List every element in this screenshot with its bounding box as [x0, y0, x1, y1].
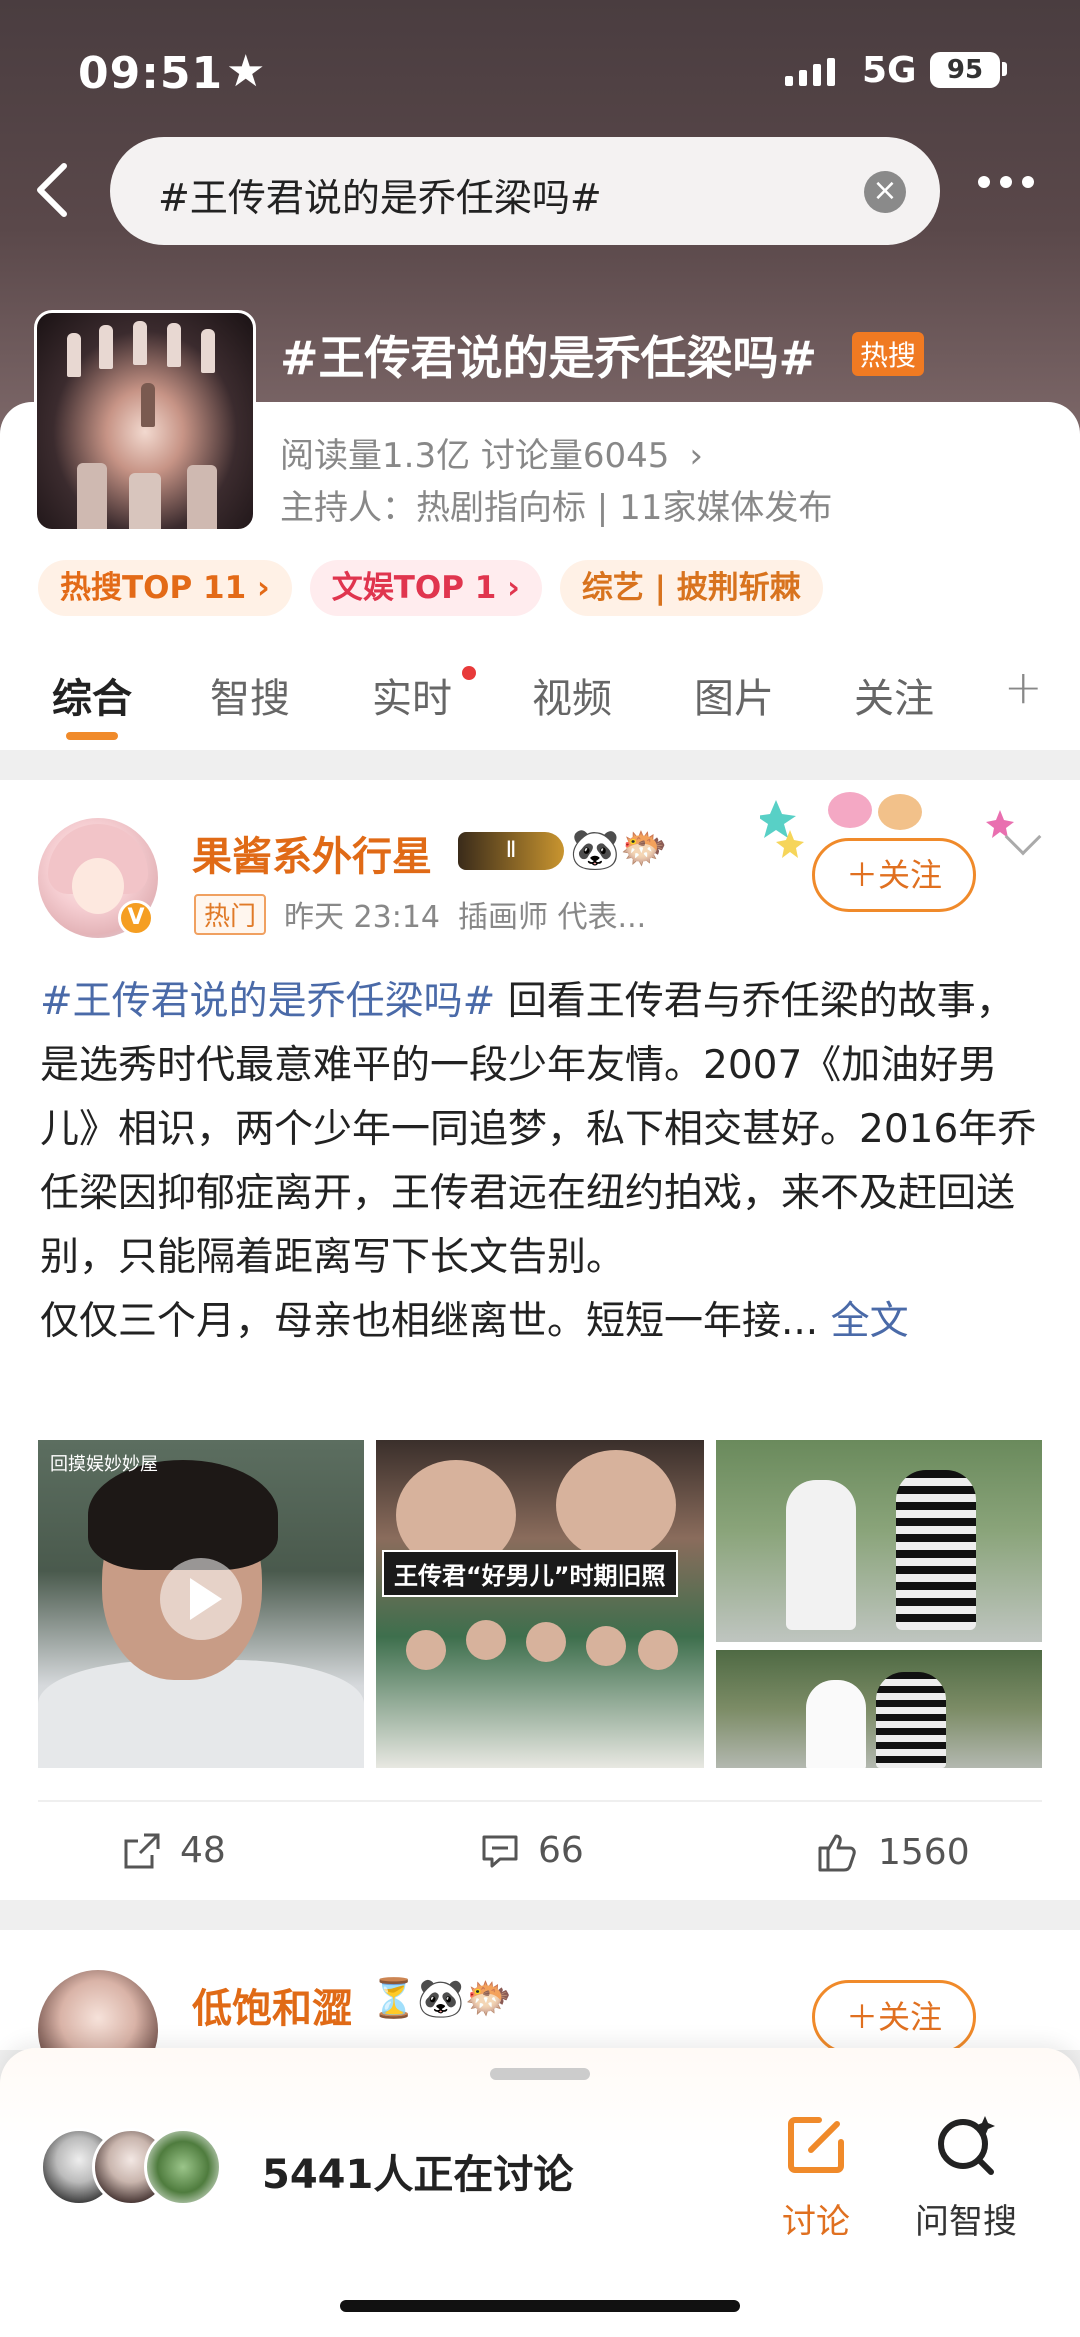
post-body: 回看王传君与乔任梁的故事，是选秀时代最意难平的一段少年友情。2007《加油好男儿…: [40, 979, 1037, 1280]
ask-ai-label: 问智搜: [915, 2202, 1017, 2242]
discussion-bar: 5441人正在讨论 讨论 问智搜: [0, 2048, 1080, 2337]
ai-search-icon: [938, 2116, 995, 2175]
follow-button[interactable]: ＋关注: [812, 1980, 976, 2054]
discussion-count: 5441人正在讨论: [262, 2152, 574, 2198]
post-hashtag[interactable]: #王传君说的是乔任梁吗#: [40, 979, 495, 1024]
divider: [0, 750, 1080, 780]
post-text: #王传君说的是乔任梁吗# 回看王传君与乔任梁的故事，是选秀时代最意难平的一段少年…: [40, 970, 1050, 1354]
post-image-4[interactable]: [716, 1650, 1042, 1768]
thumbs-up-icon: [818, 1834, 856, 1872]
post-meta: 热门 昨天 23:14 插画师 代表...: [194, 892, 646, 936]
clear-icon[interactable]: ×: [864, 171, 906, 213]
topic-title: #王传君说的是乔任梁吗#: [280, 331, 818, 385]
home-indicator[interactable]: [340, 2300, 740, 2312]
status-time: 09:51: [78, 48, 224, 99]
topic-host: 主持人：热剧指向标 | 11家媒体发布: [280, 488, 833, 528]
search-bar[interactable]: #王传君说的是乔任梁吗# ×: [110, 137, 940, 245]
follow-button[interactable]: ＋关注: [812, 838, 976, 912]
watermark: 回摸娱妙妙屋: [50, 1454, 158, 1475]
comment-count: 66: [538, 1830, 584, 1871]
badge-icons: ⏳🐼🐡: [370, 1976, 512, 2020]
post-desc: 插画师 代表...: [458, 900, 647, 935]
post-username[interactable]: 果酱系外行星: [192, 824, 432, 882]
like-count: 1560: [878, 1831, 970, 1873]
signal-icon: [785, 58, 835, 86]
notification-dot: [462, 666, 476, 680]
post-card[interactable]: V 果酱系外行星 Ⅱ 🐼 🐡 热门 昨天 23:14 插画师 代表... ＋关注…: [0, 780, 1080, 1900]
tab-smart-search[interactable]: 智搜: [210, 666, 290, 724]
panda-icon: 🐼: [570, 827, 620, 873]
tab-bar: 综合 智搜 实时 视频 图片 关注 +: [0, 660, 1080, 750]
post-image-2[interactable]: 王传君“好男儿”时期旧照: [376, 1440, 704, 1768]
sheet-handle[interactable]: [490, 2068, 590, 2080]
search-input[interactable]: #王传君说的是乔任梁吗#: [158, 167, 602, 222]
chip-ent-rank[interactable]: 文娱TOP 1 ›: [309, 560, 542, 616]
ask-ai-button[interactable]: 问智搜: [896, 2110, 1036, 2243]
discuss-label: 讨论: [782, 2202, 850, 2242]
verified-icon: V: [118, 900, 154, 936]
back-arrow-icon[interactable]: [28, 160, 78, 220]
share-icon: [124, 1833, 160, 1868]
tab-following[interactable]: 关注: [854, 666, 934, 724]
topic-thumbnail[interactable]: [34, 310, 256, 532]
battery-icon: 95: [930, 52, 1000, 88]
comment-icon: [482, 1835, 518, 1867]
share-button[interactable]: 48: [122, 1830, 226, 1871]
discuss-button[interactable]: 讨论: [746, 2110, 886, 2243]
tab-realtime[interactable]: 实时: [372, 666, 452, 724]
chip-variety[interactable]: 综艺 | 披荆斩棘: [559, 560, 823, 616]
like-button[interactable]: 1560: [816, 1830, 970, 1874]
image-caption: 王传君“好男儿”时期旧照: [382, 1550, 678, 1597]
hot-post-badge: 热门: [194, 893, 267, 935]
chip-hot-rank[interactable]: 热搜TOP 11 ›: [38, 560, 292, 616]
member-level-badge[interactable]: Ⅱ: [458, 832, 564, 870]
tab-indicator: [66, 732, 118, 740]
edit-icon: [788, 2117, 844, 2173]
post-username[interactable]: 低饱和澀: [192, 1976, 352, 2034]
network-type: 5G: [862, 50, 917, 91]
post-video-thumbnail[interactable]: 回摸娱妙妙屋: [38, 1440, 364, 1768]
post-images: 回摸娱妙妙屋 王传君“好男儿”时期旧照: [38, 1440, 1042, 1768]
tab-video[interactable]: 视频: [532, 666, 612, 724]
share-count: 48: [180, 1830, 226, 1871]
post-time: 昨天 23:14: [284, 900, 441, 935]
full-text-link[interactable]: 全文: [831, 1299, 909, 1344]
add-tab-icon[interactable]: +: [1004, 660, 1043, 714]
star-icon: ★: [226, 46, 266, 97]
chevron-right-icon: ›: [689, 436, 704, 476]
post-actions: 48 66 1560: [0, 1830, 1080, 1900]
pufferfish-icon: 🐡: [620, 826, 668, 870]
more-icon[interactable]: [978, 176, 1034, 188]
tab-general[interactable]: 综合: [52, 666, 132, 724]
topic-stats-text: 阅读量1.3亿 讨论量6045: [280, 436, 670, 476]
status-bar: 09:51 ★ 5G 95: [0, 40, 1080, 110]
topic-chips: 热搜TOP 11 › 文娱TOP 1 › 综艺 | 披荆斩棘: [38, 560, 823, 616]
tab-images[interactable]: 图片: [694, 666, 774, 724]
play-icon[interactable]: [160, 1558, 242, 1640]
divider: [0, 1900, 1080, 1930]
post-card[interactable]: 低饱和澀 ⏳🐼🐡 ＋关注: [0, 1930, 1080, 2090]
divider: [38, 1800, 1042, 1802]
participant-avatars: [40, 2128, 240, 2208]
hot-badge: 热搜: [852, 332, 925, 376]
post-image-3[interactable]: [716, 1440, 1042, 1642]
battery-tip: [1002, 62, 1007, 76]
topic-stats[interactable]: 阅读量1.3亿 讨论量6045 ›: [280, 428, 703, 477]
comment-button[interactable]: 66: [480, 1830, 584, 1871]
post-body-2: 仅仅三个月，母亲也相继离世。短短一年接...: [40, 1299, 831, 1344]
